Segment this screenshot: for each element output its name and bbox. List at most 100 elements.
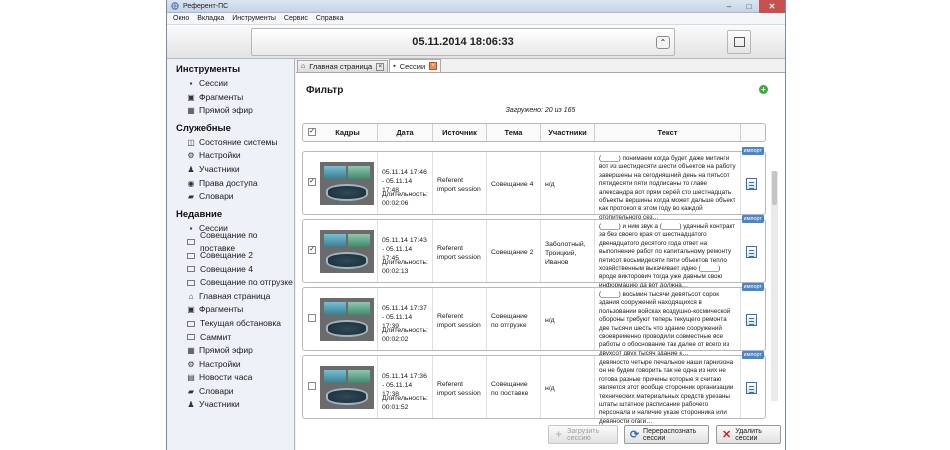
open-document-icon[interactable] — [746, 246, 757, 258]
menu-help[interactable]: Справка — [316, 15, 343, 22]
row-checkbox[interactable]: ✓ — [308, 178, 316, 186]
sidebar-item[interactable]: ▪ Сессии — [167, 77, 294, 91]
open-document-icon[interactable] — [746, 178, 757, 190]
open-document-icon[interactable] — [746, 382, 757, 394]
sidebar-item[interactable]: ⚙ Настройки — [167, 149, 294, 163]
column-date[interactable]: Дата — [378, 124, 433, 141]
sidebar-item[interactable]: ▦ Прямой эфир — [167, 104, 294, 118]
menu-tools[interactable]: Инструменты — [232, 15, 276, 22]
table-row[interactable]: ✓ 05.11.14 17:46 - 05.11.14 17:48 Длител… — [302, 147, 766, 221]
recognize-sessions-button[interactable]: ⟳ Перераспознать сессии — [624, 425, 709, 444]
close-tab-icon[interactable]: × — [376, 62, 385, 71]
topic-cell: Совещание по отгрузке — [487, 288, 541, 350]
session-thumbnail[interactable] — [320, 298, 374, 341]
filter-title[interactable]: Фильтр — [306, 85, 343, 96]
session-thumbnail[interactable] — [320, 162, 374, 205]
sidebar-item[interactable]: ⌂ Главная страница — [167, 290, 294, 304]
row-checkbox[interactable] — [308, 314, 316, 322]
select-all-checkbox[interactable]: ✓ — [308, 128, 316, 136]
sidebar-item-label: Сессии — [199, 78, 228, 88]
sidebar-item-label: Прямой эфир — [199, 345, 253, 356]
live-icon: ▦ — [187, 106, 195, 116]
session-participants: н/д — [545, 317, 555, 324]
tab-sessions[interactable]: ▪ Сессии × — [389, 59, 442, 72]
tab-home[interactable]: ⌂ Главная страница × — [297, 60, 389, 72]
close-window-button[interactable]: ✕ — [759, 0, 785, 13]
window-toggle-icon[interactable] — [727, 30, 751, 54]
close-tab-icon[interactable]: × — [429, 62, 438, 70]
sidebar-item[interactable]: Совещание по поставке — [167, 230, 294, 253]
sidebar-item[interactable]: ▤ Новости часа — [167, 371, 294, 385]
sidebar-item-label: Совещание 4 — [200, 263, 253, 274]
sidebar-item[interactable]: ⚙ Настройки — [167, 358, 294, 372]
session-source: Referent import session — [437, 313, 481, 329]
sidebar-section-title: Недавние — [176, 208, 223, 220]
column-topic[interactable]: Тема — [487, 124, 541, 141]
delete-x-icon: ✕ — [722, 429, 732, 441]
main-area: ⌂ Главная страница × ▪ Сессии × Фильтр +… — [296, 59, 785, 450]
column-source[interactable]: Источник — [433, 124, 487, 141]
date-cell: 05.11.14 17:36 - 05.11.14 17:38 Длительн… — [378, 356, 433, 418]
sidebar-item[interactable]: ▰ Словари — [167, 385, 294, 399]
add-filter-icon[interactable]: + — [759, 85, 768, 94]
frames-cell — [318, 152, 378, 214]
session-participants: н/д — [545, 385, 555, 392]
sidebar-section-title: Служебные — [176, 122, 231, 134]
session-duration: Длительность: 00:01:52 — [382, 395, 428, 411]
table-row[interactable]: 05.11.14 17:36 - 05.11.14 17:38 Длительн… — [302, 351, 766, 425]
tab-label: Сессии — [399, 61, 426, 71]
sidebar-item-label: Словари — [199, 191, 234, 202]
fragments-icon: ▣ — [187, 92, 195, 102]
desktop-background — [0, 0, 166, 450]
topic-cell: Совещание 4 — [487, 152, 541, 214]
table-row[interactable]: ✓ 05.11.14 17:43 - 05.11.14 17:45 Длител… — [302, 215, 766, 289]
session-duration: Длительность: 00:02:06 — [382, 191, 428, 207]
menu-window[interactable]: Окно — [173, 15, 189, 22]
sidebar-item[interactable]: ◉ Права доступа — [167, 177, 294, 191]
row-checkbox[interactable]: ✓ — [308, 246, 316, 254]
sidebar-item-label: Главная страница — [199, 290, 271, 301]
session-source: Referent import session — [437, 245, 481, 261]
sidebar-item[interactable]: ◫ Состояние системы — [167, 136, 294, 150]
vertical-scrollbar[interactable] — [771, 171, 778, 401]
sidebar-item[interactable]: ▣ Фрагменты — [167, 91, 294, 105]
row-checkbox[interactable] — [308, 382, 316, 390]
chevron-up-icon[interactable]: ⌃ — [656, 36, 670, 49]
participant-icon: ♟ — [187, 400, 195, 410]
sidebar-item-label: Участники — [199, 163, 240, 174]
menu-service[interactable]: Сервис — [284, 15, 308, 22]
sidebar-item-label: Словари — [199, 385, 234, 396]
sidebar-item[interactable]: ♟ Участники — [167, 163, 294, 177]
column-participants[interactable]: Участники — [541, 124, 595, 141]
sidebar-item[interactable]: Совещание 4 — [167, 263, 294, 277]
grid-header: ✓ Кадры Дата Источник Тема Участники Тек… — [302, 123, 766, 142]
column-frames[interactable]: Кадры — [318, 124, 378, 141]
open-cell: импорт — [741, 215, 765, 282]
sidebar-item[interactable]: Саммит — [167, 331, 294, 345]
menu-tab[interactable]: Вкладка — [197, 15, 224, 22]
open-document-icon[interactable] — [746, 314, 757, 326]
date-cell: 05.11.14 17:43 - 05.11.14 17:45 Длительн… — [378, 220, 433, 282]
sidebar-item[interactable]: Совещание по отгрузке — [167, 276, 294, 290]
column-text[interactable]: Текст — [595, 124, 741, 141]
sidebar-item[interactable]: Текущая обстановка — [167, 317, 294, 331]
sidebar-item[interactable]: ▦ Прямой эфир — [167, 344, 294, 358]
maximize-button[interactable]: □ — [739, 0, 759, 13]
minimize-button[interactable]: – — [719, 0, 739, 13]
delete-sessions-button[interactable]: ✕ Удалить сессии — [716, 425, 781, 444]
sidebar-section-title: Инструменты — [176, 64, 241, 75]
sidebar-item-label: Фрагменты — [199, 91, 244, 102]
load-session-button[interactable]: + Загрузить сессию — [548, 425, 618, 444]
sidebar-item[interactable]: ♟ Участники — [167, 398, 294, 412]
table-row[interactable]: 05.11.14 17:37 - 05.11.14 17:39 Длительн… — [302, 283, 766, 357]
window-icon — [187, 239, 195, 246]
session-topic: Совещание по отгрузке — [491, 313, 528, 329]
action-bar: + Загрузить сессию ⟳ Перераспознать сесс… — [296, 422, 785, 450]
live-icon: ▦ — [187, 346, 195, 356]
open-cell: импорт — [741, 147, 765, 214]
sidebar-item[interactable]: ▣ Фрагменты — [167, 303, 294, 317]
session-thumbnail[interactable] — [320, 366, 374, 409]
sidebar-item[interactable]: ▰ Словари — [167, 190, 294, 204]
session-topic: Совещание по поставке — [491, 381, 529, 397]
session-thumbnail[interactable] — [320, 230, 374, 273]
